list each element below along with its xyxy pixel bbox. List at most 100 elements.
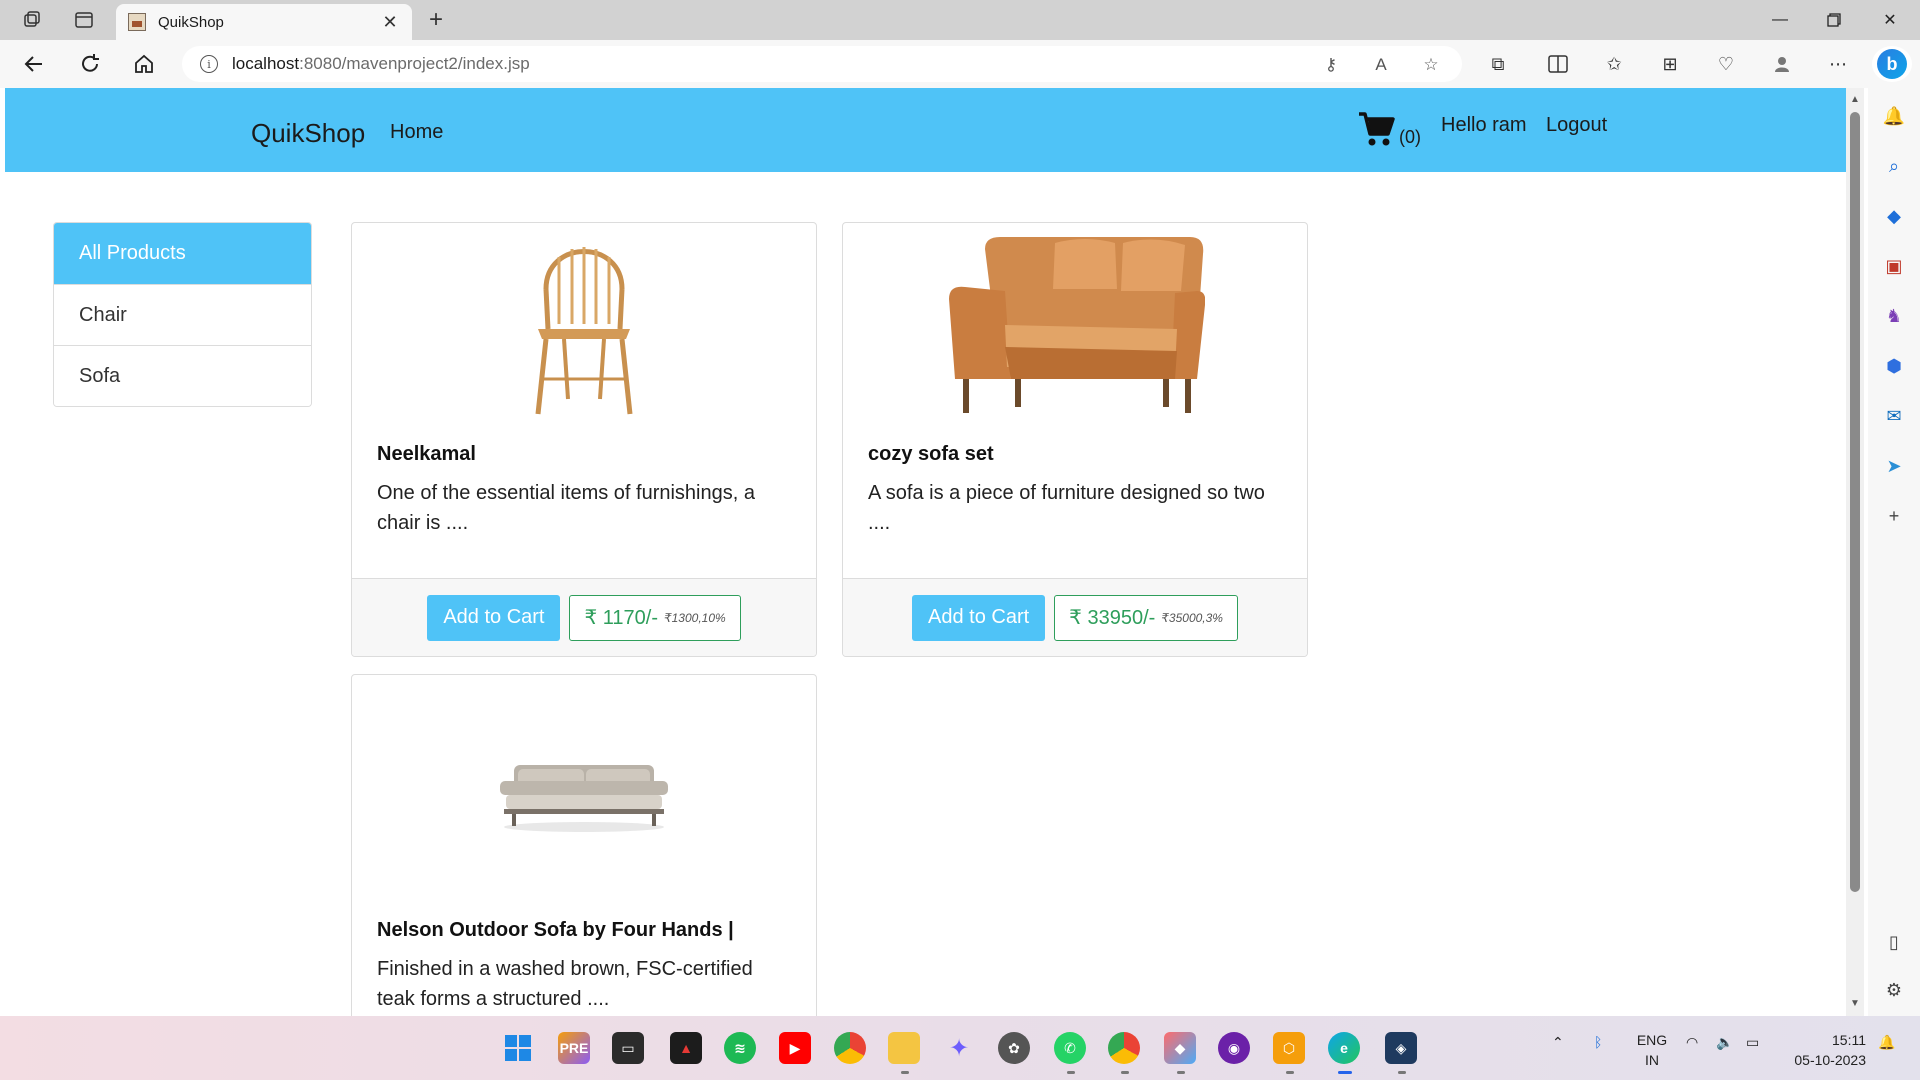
url-path: :8080/mavenproject2/index.jsp (299, 54, 530, 73)
profile-icon[interactable] (1768, 50, 1796, 78)
cart-count: (0) (1399, 127, 1421, 147)
sidebar-settings-icon[interactable]: ⚙ (1880, 976, 1908, 1004)
workspaces-icon[interactable] (16, 6, 48, 34)
wifi-icon[interactable]: ◠ (1686, 1034, 1698, 1051)
category-all-products[interactable]: All Products (54, 223, 311, 284)
notification-icon[interactable]: 🔔 (1878, 1034, 1895, 1051)
tab-title: QuikShop (158, 13, 224, 31)
close-window-icon[interactable]: ✕ (1862, 0, 1918, 40)
spotify-icon[interactable]: ≋ (724, 1032, 756, 1064)
file-explorer-icon[interactable] (888, 1032, 920, 1064)
read-aloud-icon[interactable]: A (1370, 54, 1392, 76)
running-indicator (1067, 1071, 1075, 1074)
product-name: Neelkamal (377, 443, 476, 465)
bluetooth-icon[interactable]: ᛒ (1594, 1034, 1602, 1050)
outlook-icon[interactable]: ✉ (1880, 402, 1908, 430)
original-price-discount: ₹35000,3% (1161, 610, 1223, 625)
copilot-button[interactable]: b (1872, 46, 1912, 82)
app-diamond-icon[interactable]: ◆ (1164, 1032, 1196, 1064)
logout-link[interactable]: Logout (1546, 114, 1607, 137)
address-bar[interactable]: i localhost:8080/mavenproject2/index.jsp… (182, 46, 1462, 82)
price-value: ₹ 33950/- (1069, 607, 1156, 629)
system-clock[interactable]: 15:11 05-10-2023 (1786, 1030, 1866, 1070)
terminal-icon[interactable]: ▭ (612, 1032, 644, 1064)
nav-home-link[interactable]: Home (390, 121, 443, 144)
edge-browser-icon[interactable]: e (1328, 1032, 1360, 1064)
product-name: Nelson Outdoor Sofa by Four Hands | (377, 919, 734, 941)
key-icon[interactable]: ⚷ (1320, 54, 1342, 76)
shopping-tag-icon[interactable]: ◆ (1880, 202, 1908, 230)
category-list: All Products Chair Sofa (53, 222, 312, 407)
tools-icon[interactable]: ▣ (1880, 252, 1908, 280)
home-icon[interactable] (126, 48, 162, 80)
product-image (352, 223, 816, 425)
extensions-icon[interactable]: ⧉ (1484, 50, 1512, 78)
price-badge: ₹ 33950/- ₹35000,3% (1054, 594, 1238, 641)
games-icon[interactable]: ♞ (1880, 302, 1908, 330)
github-icon[interactable]: ◉ (1218, 1032, 1250, 1064)
leather-sofa-illustration (949, 237, 1205, 413)
search-icon[interactable]: ⌕ (1880, 152, 1908, 180)
add-to-cart-button[interactable]: Add to Cart (912, 594, 1046, 641)
input-language[interactable]: ENG IN (1632, 1030, 1672, 1070)
windows-start-icon[interactable] (502, 1032, 534, 1064)
microsoft365-icon[interactable]: ⬢ (1880, 352, 1908, 380)
cart-link[interactable]: (0) (1357, 110, 1421, 148)
restore-icon[interactable] (1806, 0, 1862, 40)
gemini-icon[interactable]: ✦ (943, 1032, 975, 1064)
add-sidebar-app-icon[interactable]: + (1880, 502, 1908, 530)
add-to-cart-button[interactable]: Add to Cart (427, 594, 561, 641)
notification-bell-icon[interactable]: 🔔 (1880, 102, 1908, 130)
collections-icon[interactable]: ⊞ (1656, 50, 1684, 78)
battery-icon[interactable]: ▭ (1746, 1034, 1759, 1051)
clock-time: 15:11 (1832, 1032, 1866, 1048)
page-scrollbar[interactable]: ▲ ▼ (1846, 88, 1864, 1016)
category-chair[interactable]: Chair (54, 284, 311, 345)
show-hidden-icons[interactable]: ⌃ (1552, 1034, 1564, 1051)
product-description: A sofa is a piece of furniture designed … (868, 482, 1265, 534)
category-sofa[interactable]: Sofa (54, 345, 311, 406)
close-tab-icon[interactable]: ✕ (380, 12, 400, 33)
product-description: One of the essential items of furnishing… (377, 482, 755, 534)
copilot-preview-icon[interactable]: PRE (558, 1032, 590, 1064)
site-info-icon[interactable]: i (200, 55, 218, 73)
youtube-icon[interactable]: ▶ (779, 1032, 811, 1064)
product-description: Finished in a washed brown, FSC-certifie… (377, 958, 753, 1010)
tab-actions-icon[interactable] (68, 6, 100, 34)
netbeans-icon[interactable]: ◈ (1385, 1032, 1417, 1064)
whatsapp-icon[interactable]: ✆ (1054, 1032, 1086, 1064)
volume-icon[interactable]: 🔈 (1716, 1034, 1733, 1051)
back-icon[interactable] (16, 48, 52, 80)
running-indicator (1177, 1071, 1185, 1074)
chatgpt-icon[interactable]: ✿ (998, 1032, 1030, 1064)
site-favicon-icon (128, 13, 146, 31)
new-tab-button[interactable]: + (420, 6, 452, 34)
product-card: cozy sofa set A sofa is a piece of furni… (842, 222, 1308, 657)
split-screen-icon[interactable] (1544, 50, 1572, 78)
copilot-icon: b (1877, 49, 1907, 79)
product-card-footer: Add to Cart ₹ 1170/- ₹1300,10% (352, 578, 816, 656)
more-menu-icon[interactable]: ⋯ (1824, 50, 1852, 78)
chrome-profile-icon[interactable] (1108, 1032, 1140, 1064)
product-card: Nelson Outdoor Sofa by Four Hands | Fini… (351, 674, 817, 1016)
wooden-chair-illustration (535, 247, 633, 415)
favorite-star-icon[interactable]: ☆ (1420, 54, 1442, 76)
running-indicator (1286, 1071, 1294, 1074)
product-image (843, 223, 1307, 425)
site-brand[interactable]: QuikShop (251, 118, 365, 149)
package-icon[interactable]: ⬡ (1273, 1032, 1305, 1064)
scroll-up-icon[interactable]: ▲ (1849, 94, 1861, 106)
active-tab[interactable]: QuikShop ✕ (116, 4, 412, 40)
product-card: Neelkamal One of the essential items of … (351, 222, 817, 657)
clock-date: 05-10-2023 (1794, 1052, 1866, 1068)
chrome-icon[interactable] (834, 1032, 866, 1064)
scrollbar-thumb[interactable] (1850, 112, 1860, 892)
drop-icon[interactable]: ➤ (1880, 452, 1908, 480)
performance-icon[interactable]: ♡ (1712, 50, 1740, 78)
reload-icon[interactable] (72, 48, 108, 80)
scroll-down-icon[interactable]: ▼ (1849, 998, 1861, 1010)
favorites-icon[interactable]: ✩ (1600, 50, 1628, 78)
minimize-icon[interactable]: — (1752, 0, 1808, 40)
game-app-icon[interactable]: ▲ (670, 1032, 702, 1064)
hide-sidebar-icon[interactable]: ▯ (1880, 928, 1908, 956)
